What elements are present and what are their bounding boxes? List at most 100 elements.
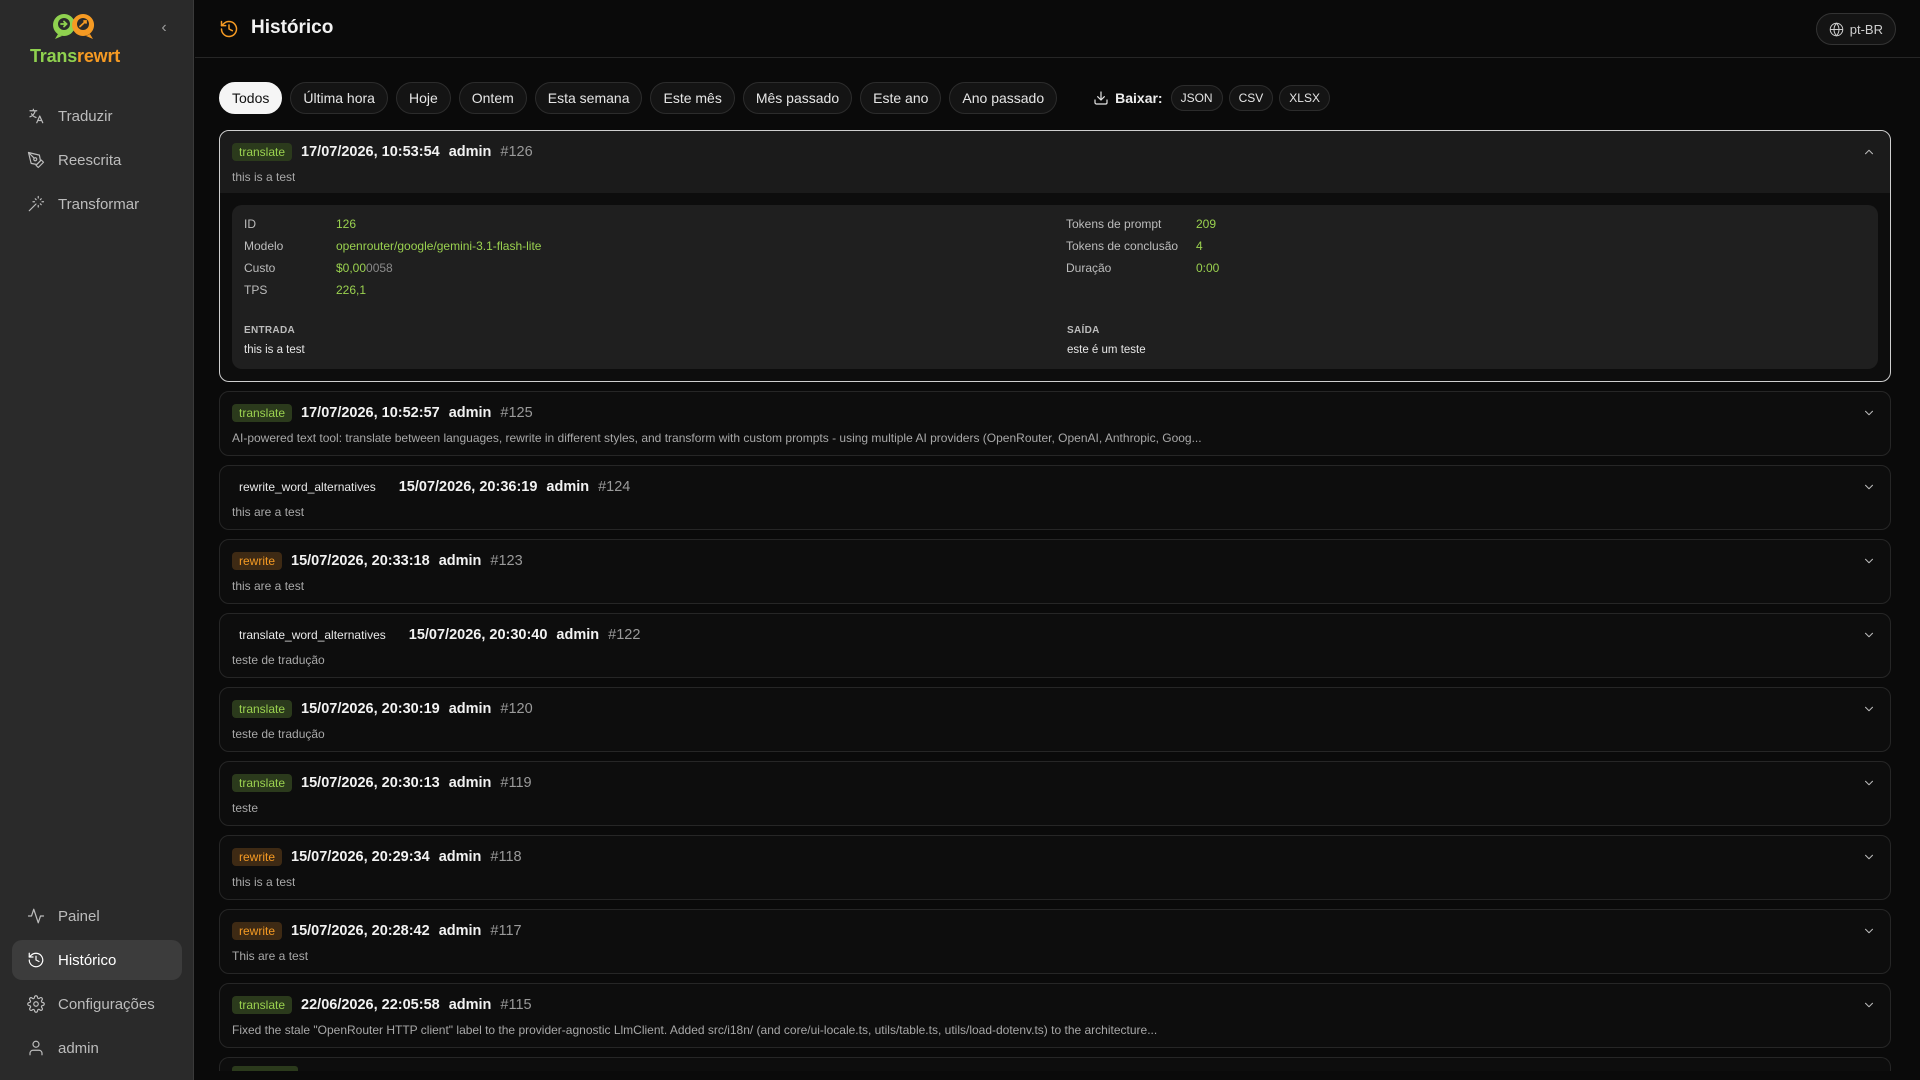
entry-user: admin: [438, 849, 482, 865]
sidebar: Transrewrt ‹ Traduzir Reescrita Transfor…: [0, 0, 194, 1080]
entry-timestamp: 17/07/2026, 10:52:57: [301, 405, 440, 421]
output-text: este é um teste: [1067, 344, 1146, 356]
sidebar-item-admin[interactable]: admin: [12, 1028, 182, 1068]
history-entry[interactable]: translate 15/07/2026, 20:30:19 admin #12…: [219, 687, 1891, 752]
history-entry[interactable]: translate 22/06/2026, 22:05:58 admin #11…: [219, 983, 1891, 1048]
entry-timestamp: 15/07/2026, 20:33:18: [291, 553, 430, 569]
sidebar-nav-bottom: Painel Histórico Configurações admin: [12, 896, 182, 1072]
chevron-down-icon[interactable]: [1862, 850, 1878, 866]
language-label: pt-BR: [1849, 21, 1883, 37]
type-badge: translate: [232, 774, 293, 792]
entry-id: #118: [490, 849, 522, 865]
entry-timestamp: 15/07/2026, 20:29:34: [291, 849, 430, 865]
entry-preview: this is a test: [232, 875, 296, 889]
chevron-down-icon[interactable]: [1862, 628, 1878, 644]
sidebar-nav-top: Traduzir Reescrita Transformar: [12, 96, 182, 228]
detail-id: ID 126: [244, 217, 357, 231]
chevron-down-icon[interactable]: [1862, 998, 1878, 1014]
entry-timestamp: 15/07/2026, 20:30:40: [408, 627, 548, 643]
entry-header[interactable]: translate 17/07/2026, 10:53:54 admin #12…: [220, 131, 1890, 193]
entry-user: admin: [438, 553, 482, 569]
type-badge: [232, 1066, 298, 1071]
entry-user: admin: [556, 627, 600, 643]
download-icon: [1093, 90, 1109, 106]
logo-icon: [53, 14, 95, 39]
filter-chip-hoje[interactable]: Hoje: [395, 82, 451, 114]
type-badge: translate_word_alternatives: [239, 628, 386, 642]
history-icon: [219, 19, 239, 39]
entry-id: #117: [490, 923, 522, 939]
history-entry[interactable]: rewrite_word_alternatives 15/07/2026, 20…: [219, 465, 1891, 530]
sidebar-item-label: Painel: [58, 907, 100, 925]
chevron-down-icon[interactable]: [1862, 924, 1878, 940]
detail-duration: Duração 0:00: [1066, 261, 1220, 275]
filter-chip-todos[interactable]: Todos: [219, 82, 283, 114]
chevron-down-icon[interactable]: [1862, 776, 1878, 792]
detail-tps: TPS 226,1: [244, 283, 367, 297]
entry-user: admin: [448, 775, 492, 791]
chevron-down-icon[interactable]: [1862, 406, 1878, 422]
entry-user: admin: [448, 144, 492, 160]
history-entry[interactable]: rewrite 15/07/2026, 20:29:34 admin #118 …: [219, 835, 1891, 900]
sidebar-item-transformar[interactable]: Transformar: [12, 184, 182, 224]
entry-user: admin: [438, 923, 482, 939]
page-title: Histórico: [251, 17, 334, 38]
chevron-up-icon[interactable]: [1862, 145, 1878, 161]
type-badge: rewrite: [232, 848, 283, 866]
type-badge: translate: [232, 700, 293, 718]
sidebar-item-configuracoes[interactable]: Configurações: [12, 984, 182, 1024]
filter-chip-ontem[interactable]: Ontem: [458, 82, 527, 114]
collapse-sidebar-button[interactable]: ‹: [156, 18, 172, 38]
type-badge: translate: [232, 996, 293, 1014]
entry-timestamp: 17/07/2026, 10:53:54: [301, 144, 440, 160]
entry-details: ID 126 Modelo openrouter/google/gemini-3.1…: [232, 205, 1878, 369]
logo-text: Transrewrt: [30, 46, 121, 66]
sidebar-item-traduzir[interactable]: Traduzir: [12, 96, 182, 136]
entry-timestamp: 15/07/2026, 20:30:13: [301, 775, 440, 791]
chevron-down-icon[interactable]: [1862, 554, 1878, 570]
history-entry[interactable]: translate_word_alternatives 15/07/2026, …: [219, 613, 1891, 678]
sidebar-item-label: Transformar: [58, 195, 140, 213]
download-csv-button[interactable]: CSV: [1228, 85, 1274, 111]
history-entry[interactable]: translate 15/07/2026, 20:30:13 admin #11…: [219, 761, 1891, 826]
language-selector[interactable]: pt-BR: [1815, 13, 1896, 45]
entry-id: #124: [598, 479, 631, 495]
filter-chip-mes-passado[interactable]: Mês passado: [742, 82, 853, 114]
entry-id: #122: [608, 627, 641, 643]
history-entry[interactable]: translate 17/07/2026, 10:52:57 admin #12…: [219, 391, 1891, 456]
entry-id: #119: [500, 775, 532, 791]
type-badge: rewrite_word_alternatives: [239, 480, 376, 494]
entry-timestamp: 15/07/2026, 20:36:19: [398, 479, 538, 495]
chevron-down-icon[interactable]: [1862, 702, 1878, 718]
filter-chip-este-mes[interactable]: Este mês: [650, 82, 735, 114]
filter-chip-ultima-hora[interactable]: Última hora: [290, 82, 388, 114]
filter-chip-ano-passado[interactable]: Ano passado: [949, 82, 1058, 114]
entry-user: admin: [448, 405, 492, 421]
entry-preview: this are a test: [232, 579, 305, 593]
history-entry[interactable]: rewrite 15/07/2026, 20:33:18 admin #123 …: [219, 539, 1891, 604]
chevron-down-icon[interactable]: [1862, 480, 1878, 496]
entry-preview: this are a test: [232, 505, 305, 519]
entry-preview: AI-powered text tool: translate between …: [232, 431, 1202, 445]
entry-timestamp: 15/07/2026, 20:30:19: [301, 701, 440, 717]
sidebar-item-historico[interactable]: Histórico: [12, 940, 182, 980]
entry-user: admin: [546, 479, 590, 495]
history-entry[interactable]: rewrite 15/07/2026, 20:28:42 admin #117 …: [219, 909, 1891, 974]
download-xlsx-button[interactable]: XLSX: [1279, 85, 1330, 111]
history-entry-partial[interactable]: [219, 1057, 1891, 1071]
filter-bar: Todos Última hora Hoje Ontem Esta semana…: [219, 82, 1336, 114]
globe-icon: [1829, 22, 1844, 36]
entry-timestamp: 15/07/2026, 20:28:42: [291, 923, 430, 939]
filter-chip-esta-semana[interactable]: Esta semana: [534, 82, 643, 114]
detail-prompt-tokens: Tokens de prompt 209: [1066, 217, 1217, 231]
download-json-button[interactable]: JSON: [1170, 85, 1223, 111]
sidebar-item-label: admin: [58, 1039, 99, 1057]
sidebar-item-reescrita[interactable]: Reescrita: [12, 140, 182, 180]
entry-user: admin: [448, 997, 492, 1013]
history-entry[interactable]: translate 17/07/2026, 10:53:54 admin #12…: [219, 130, 1891, 382]
history-icon: [26, 950, 46, 970]
output-label: SAÍDA: [1067, 325, 1100, 336]
entry-id: #126: [500, 144, 533, 160]
sidebar-item-painel[interactable]: Painel: [12, 896, 182, 936]
filter-chip-este-ano[interactable]: Este ano: [860, 82, 942, 114]
